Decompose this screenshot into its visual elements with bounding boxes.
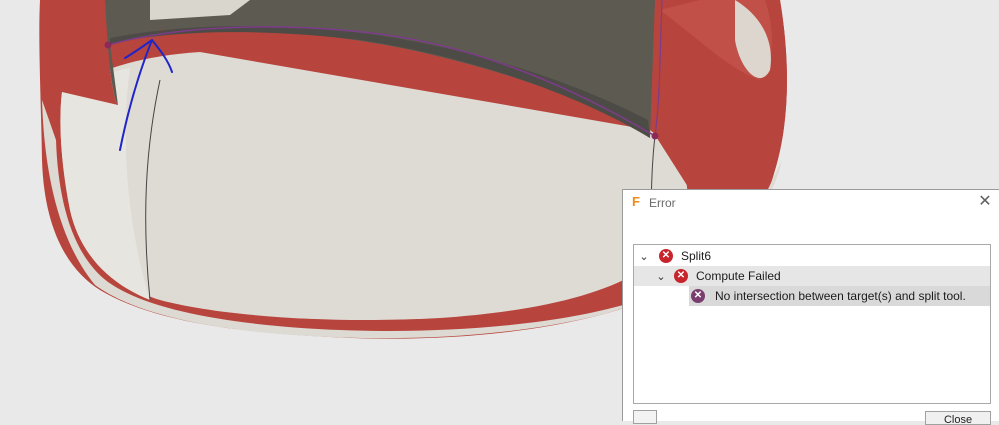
dialog-titlebar[interactable]: F Error ✕	[623, 190, 999, 216]
sketch-point	[651, 132, 659, 140]
tree-row-compute-failed[interactable]: ⌄ ✕ Compute Failed	[634, 266, 990, 286]
fusion-app-icon: F	[632, 194, 640, 209]
copy-icon[interactable]	[633, 410, 657, 424]
dialog-title: Error	[649, 196, 676, 210]
error-dialog: F Error ✕ ⌄ ✕ Split6 ⌄ ✕ Compute Failed …	[622, 189, 999, 425]
tree-row-label: Compute Failed	[696, 269, 781, 283]
close-button[interactable]: Close	[925, 411, 991, 425]
error-detail-icon: ✕	[691, 289, 705, 303]
tree-row-error-detail[interactable]: ✕ No intersection between target(s) and …	[689, 286, 990, 306]
chevron-down-icon[interactable]: ⌄	[655, 270, 667, 283]
error-tree[interactable]: ⌄ ✕ Split6 ⌄ ✕ Compute Failed ✕ No inter…	[633, 244, 991, 404]
error-icon: ✕	[674, 269, 688, 283]
tree-row-label: No intersection between target(s) and sp…	[715, 289, 966, 303]
tree-row-label: Split6	[681, 249, 712, 263]
chevron-down-icon[interactable]: ⌄	[638, 250, 650, 263]
tree-row-split6[interactable]: ⌄ ✕ Split6	[634, 246, 990, 266]
error-icon: ✕	[659, 249, 673, 263]
close-icon[interactable]: ✕	[977, 193, 993, 211]
sketch-point	[104, 41, 112, 49]
